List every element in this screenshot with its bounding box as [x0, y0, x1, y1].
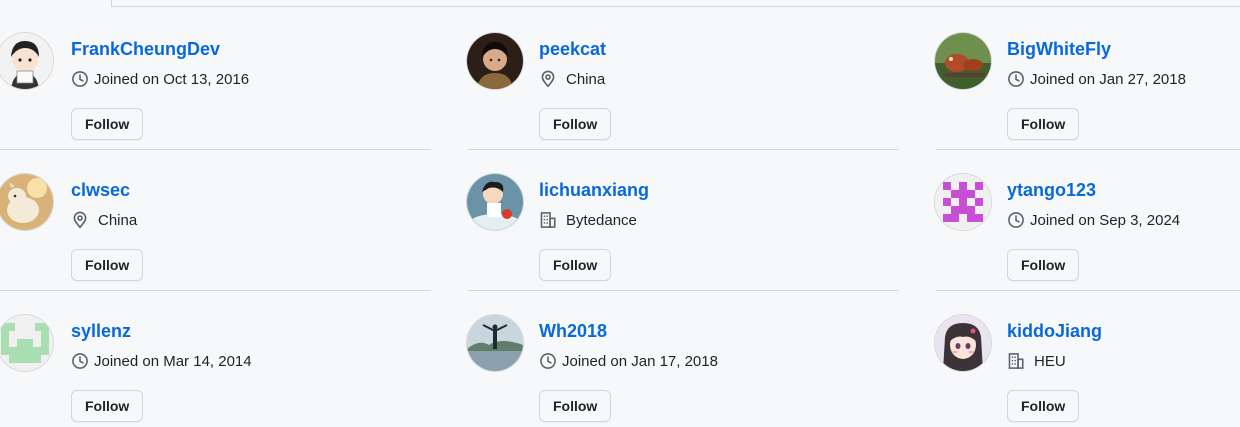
username-link[interactable]: syllenz — [71, 321, 131, 342]
joined-date: Joined on Jan 17, 2018 — [539, 352, 718, 370]
location-icon — [71, 211, 89, 229]
joined-date-text: Joined on Jan 17, 2018 — [562, 352, 718, 370]
joined-date-text: Joined on Jan 27, 2018 — [1030, 70, 1186, 88]
company-text: HEU — [1034, 352, 1066, 370]
avatar[interactable] — [467, 315, 523, 371]
user-card: peekcat China Follow — [467, 9, 899, 150]
joined-date: Joined on Oct 13, 2016 — [71, 70, 249, 88]
joined-date: Joined on Sep 3, 2024 — [1007, 211, 1180, 229]
organization-icon — [539, 211, 557, 229]
user-card: ytango123 Joined on Sep 3, 2024 Follow — [935, 150, 1240, 291]
follow-button[interactable]: Follow — [71, 390, 144, 422]
clock-icon — [1007, 211, 1025, 229]
clock-icon — [539, 352, 557, 370]
username-link[interactable]: FrankCheungDev — [71, 39, 220, 60]
username-link[interactable]: clwsec — [71, 180, 130, 201]
user-card: syllenz Joined on Mar 14, 2014 Follow — [0, 291, 431, 427]
username-link[interactable]: BigWhiteFly — [1007, 39, 1111, 60]
joined-date: Joined on Mar 14, 2014 — [71, 352, 252, 370]
username-link[interactable]: kiddoJiang — [1007, 321, 1102, 342]
organization-icon — [1007, 352, 1025, 370]
user-card: FrankCheungDev Joined on Oct 13, 2016 Fo… — [0, 9, 431, 150]
user-card: Wh2018 Joined on Jan 17, 2018 Follow — [467, 291, 899, 427]
avatar[interactable] — [467, 33, 523, 89]
follow-button[interactable]: Follow — [539, 249, 612, 281]
follow-button[interactable]: Follow — [539, 108, 612, 140]
company: HEU — [1007, 352, 1066, 370]
avatar[interactable] — [0, 33, 53, 89]
user-card: kiddoJiang HEU Follow — [935, 291, 1240, 427]
location: China — [71, 211, 137, 229]
user-card: BigWhiteFly Joined on Jan 27, 2018 Follo… — [935, 9, 1240, 150]
joined-date-text: Joined on Sep 3, 2024 — [1030, 211, 1181, 229]
user-card: lichuanxiang Bytedance Follow — [467, 150, 899, 291]
avatar[interactable] — [0, 315, 53, 371]
location-text: China — [98, 211, 138, 229]
avatar[interactable] — [935, 174, 991, 230]
username-link[interactable]: peekcat — [539, 39, 606, 60]
avatar[interactable] — [935, 33, 991, 89]
follow-button[interactable]: Follow — [71, 249, 144, 281]
follow-button[interactable]: Follow — [1007, 390, 1080, 422]
avatar[interactable] — [467, 174, 523, 230]
follow-button[interactable]: Follow — [1007, 249, 1080, 281]
username-link[interactable]: Wh2018 — [539, 321, 607, 342]
avatar[interactable] — [935, 315, 991, 371]
company-text: Bytedance — [566, 211, 637, 229]
user-card: clwsec China Follow — [0, 150, 431, 291]
location-icon — [539, 70, 557, 88]
joined-date: Joined on Jan 27, 2018 — [1007, 70, 1186, 88]
username-link[interactable]: ytango123 — [1007, 180, 1096, 201]
clock-icon — [71, 70, 89, 88]
joined-date-text: Joined on Oct 13, 2016 — [94, 70, 250, 88]
follow-button[interactable]: Follow — [71, 108, 144, 140]
following-page: FrankCheungDev Joined on Oct 13, 2016 Fo… — [0, 0, 1240, 427]
clock-icon — [1007, 70, 1025, 88]
clock-icon — [71, 352, 89, 370]
avatar[interactable] — [0, 174, 53, 230]
location: China — [539, 70, 605, 88]
joined-date-text: Joined on Mar 14, 2014 — [94, 352, 252, 370]
content-border — [111, 0, 1240, 7]
location-text: China — [566, 70, 606, 88]
follow-button[interactable]: Follow — [1007, 108, 1080, 140]
username-link[interactable]: lichuanxiang — [539, 180, 649, 201]
follow-button[interactable]: Follow — [539, 390, 612, 422]
company: Bytedance — [539, 211, 637, 229]
